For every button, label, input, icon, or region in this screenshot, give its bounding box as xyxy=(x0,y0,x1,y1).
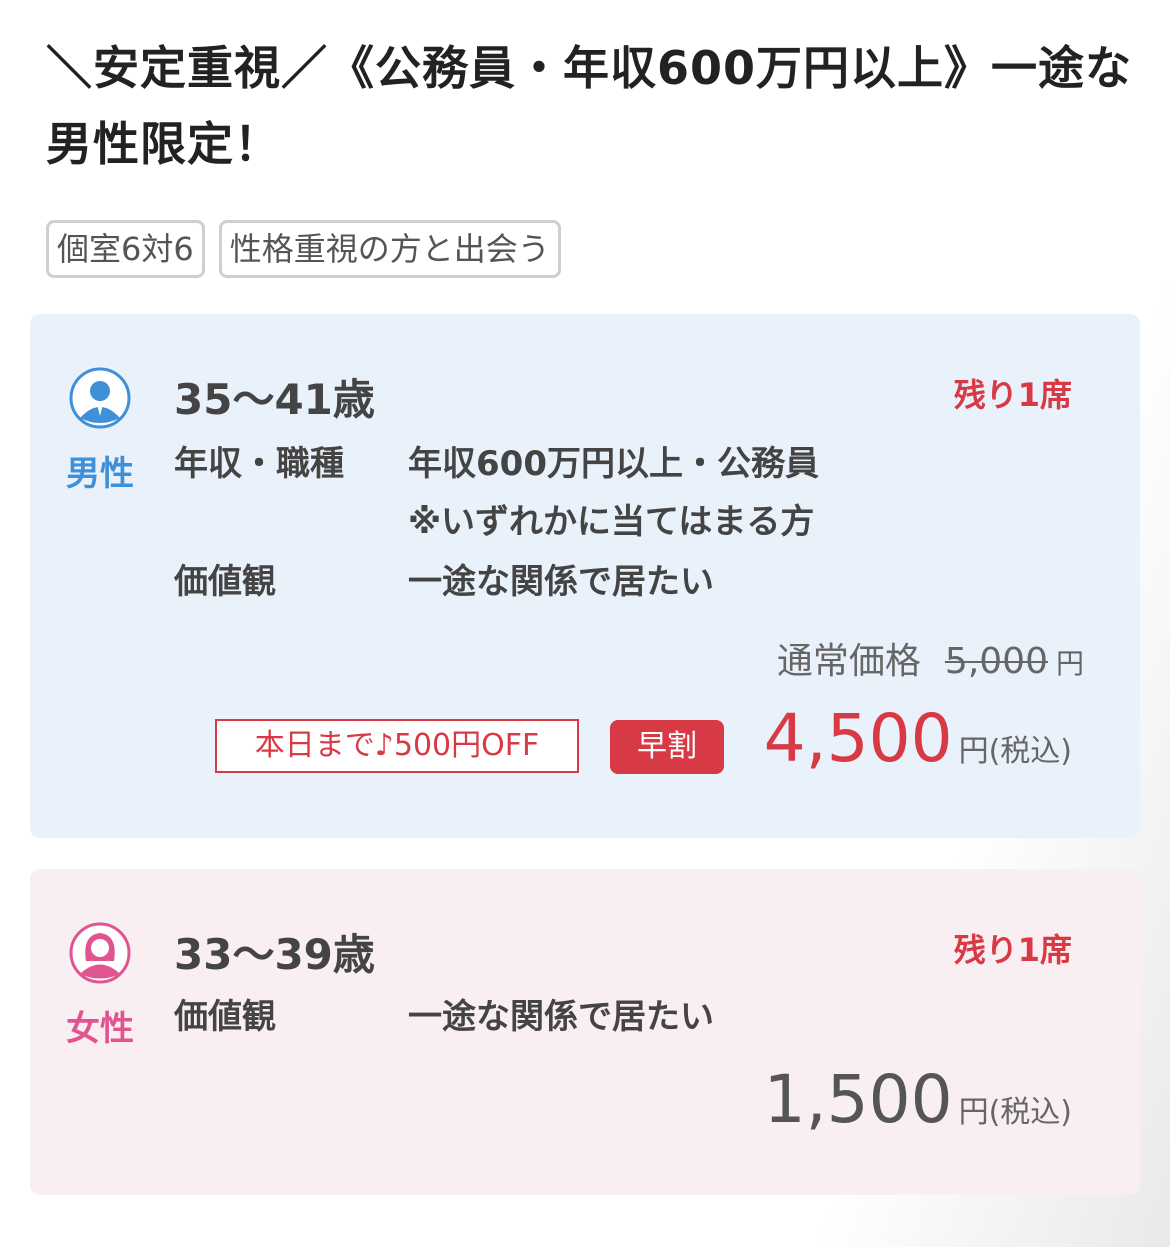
male-price: 4,500 円(税込) xyxy=(764,700,1072,777)
male-price-unit: 円(税込) xyxy=(958,734,1072,769)
regular-price-label: 通常価格 xyxy=(776,641,921,682)
male-attr-income-job: 年収・職種 年収600万円以上・公務員 xyxy=(174,436,819,485)
female-avatar-icon xyxy=(68,921,132,985)
female-price-amount: 1,500 xyxy=(763,1061,953,1138)
female-price-unit: 円(税込) xyxy=(958,1095,1072,1130)
attr-value: ※いずれかに当てはまる方 xyxy=(408,502,815,542)
female-attr-values: 価値観 一途な関係で居たい xyxy=(174,989,714,1038)
male-age-range: 35〜41歳 xyxy=(174,375,375,424)
attr-value: 一途な関係で居たい xyxy=(408,997,714,1037)
regular-price-amount: 5,000 xyxy=(944,641,1048,682)
male-price-amount: 4,500 xyxy=(763,700,953,777)
female-condition-card: 女性 33〜39歳 残り1席 価値観 一途な関係で居たい 1,500 円(税込) xyxy=(30,869,1140,1195)
early-discount-badge: 早割 xyxy=(610,720,724,774)
attr-label: 価値観 xyxy=(174,997,276,1037)
regular-price: 通常価格 5,000 円 xyxy=(777,632,1084,684)
attr-label: 価値観 xyxy=(174,562,276,602)
attr-value: 年収600万円以上・公務員 xyxy=(408,444,819,484)
female-age-range: 33〜39歳 xyxy=(174,930,375,979)
female-gender-block: 女性 xyxy=(60,921,140,1050)
male-attr-note: ※いずれかに当てはまる方 xyxy=(174,494,814,543)
male-avatar-icon xyxy=(68,366,132,430)
regular-price-unit: 円 xyxy=(1055,647,1084,680)
tag-list: 個室6対6 性格重視の方と出会う xyxy=(46,220,561,278)
tag-personality: 性格重視の方と出会う xyxy=(218,220,561,278)
female-price: 1,500 円(税込) xyxy=(764,1061,1072,1138)
page-title: ＼安定重視／《公務員・年収600万円以上》一途な男性限定！ xyxy=(46,41,1133,171)
female-label: 女性 xyxy=(66,1009,134,1049)
male-label: 男性 xyxy=(66,454,134,494)
male-condition-card: 男性 35〜41歳 残り1席 年収・職種 年収600万円以上・公務員 ※いずれかに… xyxy=(30,314,1140,838)
tag-private-room: 個室6対6 xyxy=(46,220,205,278)
attr-label: 年収・職種 xyxy=(174,444,344,484)
female-remaining-seats: 残り1席 xyxy=(953,931,1072,969)
male-remaining-seats: 残り1席 xyxy=(953,376,1072,414)
discount-note: 本日まで♪500円OFF xyxy=(215,719,579,773)
attr-value: 一途な関係で居たい xyxy=(408,562,714,602)
male-gender-block: 男性 xyxy=(60,366,140,495)
male-attr-values: 価値観 一途な関係で居たい xyxy=(174,554,714,603)
